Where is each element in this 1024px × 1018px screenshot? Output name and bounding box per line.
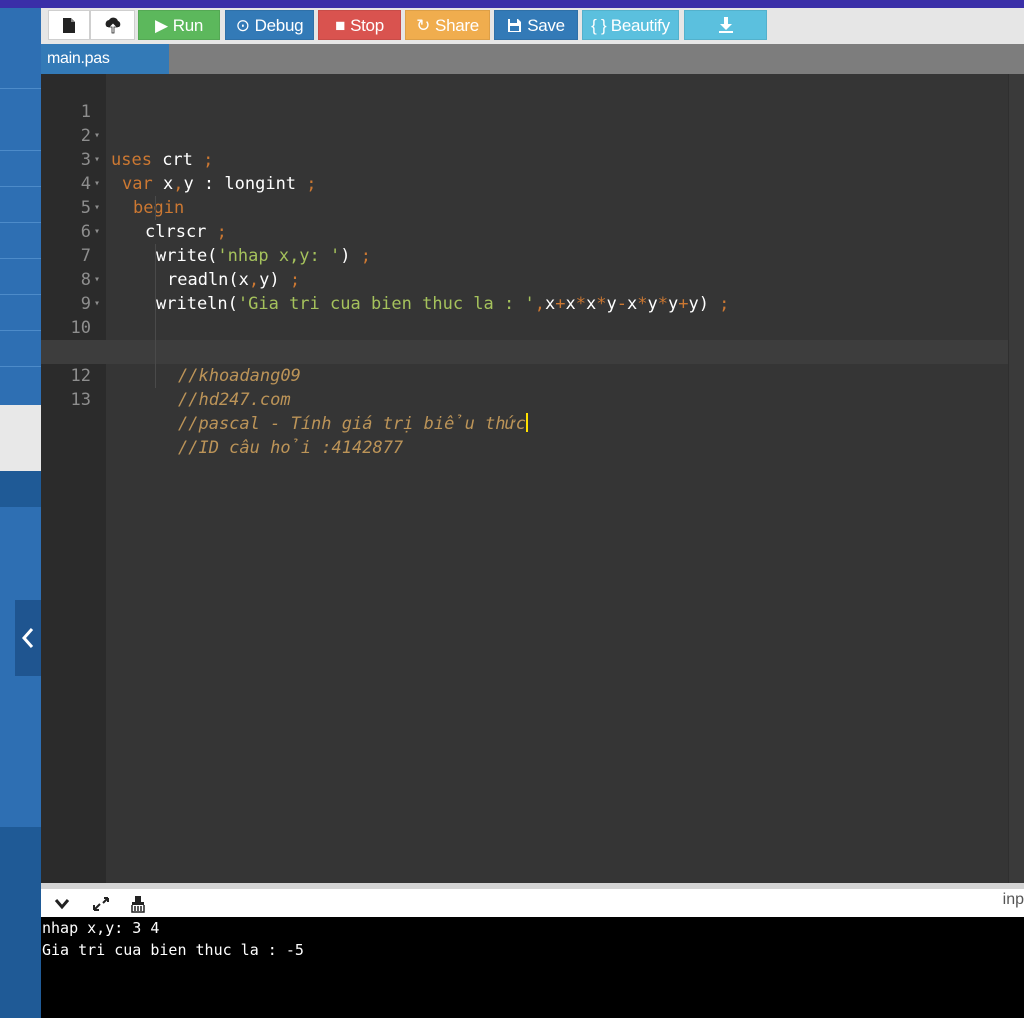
collapse-sidebar-button[interactable] [15,600,41,676]
download-button[interactable] [684,10,767,40]
sidebar-divider [0,330,41,331]
save-label: Save [527,16,565,35]
output-toolbar: inp [41,883,1024,917]
expand-arrows-icon [93,897,109,911]
code-line[interactable]: 9 end. [41,268,1008,362]
collapse-output-button[interactable] [51,893,73,915]
cloud-upload-icon [105,17,120,34]
save-button[interactable]: Save [494,10,578,40]
sidebar-divider [0,150,41,151]
code-text: //ID câu hỏi :4142877 [178,438,404,458]
debug-circle-icon: ⊙ [235,16,250,35]
share-icon: ↻ [416,16,431,35]
floppy-disk-icon [508,19,522,32]
clear-output-button[interactable] [127,893,149,915]
code-line[interactable]: 11 //hd247.com [41,316,1008,410]
beautify-button[interactable]: { } Beautify [582,10,679,40]
console-line: Gia tri cua bien thuc la : -5 [42,941,304,959]
sidebar-dark-band [0,471,41,507]
indent-guide [155,340,156,364]
sidebar-divider [0,222,41,223]
indent-guide [155,196,156,220]
indent-guide [155,268,156,292]
stop-square-icon: ■ [335,16,346,35]
download-icon [718,17,733,33]
code-line[interactable]: 6 readln(x,y) ; [41,196,1008,290]
code-line[interactable]: 10 //khoadang09 [41,292,1008,386]
editor-scrollbar[interactable] [1008,74,1024,883]
code-line-active[interactable]: 12 //pascal - Tính giá trị biểu thức [41,340,1008,434]
code-editor[interactable]: 1 ▾ uses crt ; 2 ▾ var x,y : longint ; 3… [41,74,1024,883]
sidebar-divider [0,258,41,259]
indent-guide [155,292,156,316]
code-line[interactable]: 1 ▾ uses crt ; [41,76,1008,170]
sidebar-divider [0,88,41,89]
stop-label: Stop [350,16,384,35]
text-cursor [526,413,528,432]
code-line[interactable]: 2 ▾ var x,y : longint ; [41,100,1008,194]
sidebar-divider [0,366,41,367]
sidebar-bottom-band [0,827,41,1018]
debug-button[interactable]: ⊙ Debug [225,10,314,40]
code-line[interactable]: 7 ▾ writeln('Gia tri cua bien thuc la : … [41,220,1008,314]
play-icon: ▶ [154,16,168,35]
output-console[interactable]: nhap x,y: 3 4 Gia tri cua bien thuc la :… [41,917,1024,1018]
file-icon [63,18,75,33]
stop-button[interactable]: ■ Stop [318,10,401,40]
toolbar: ▶ Run ⊙ Debug ■ Stop ↻ Share Save { } Beauti… [41,8,1024,44]
share-label: Share [435,16,479,35]
code-line[interactable]: 8 ▾ readln [41,244,1008,362]
run-button[interactable]: ▶ Run [138,10,220,40]
code-line[interactable]: 3 ▾ begin [41,124,1008,218]
code-line[interactable]: 13 //ID câu hỏi :4142877 [41,364,1008,458]
console-line: nhap x,y: 3 4 [42,919,160,937]
beautify-label: { } Beautify [591,16,670,35]
file-tab-bar: main.pas [41,44,1024,74]
code-text: //pascal - Tính giá trị biểu thức [178,413,528,434]
tab-main-pas[interactable]: main.pas [41,44,169,74]
indent-guide [155,244,156,268]
indent-guide [155,364,156,388]
expand-output-button[interactable] [89,893,113,915]
chevron-left-icon [21,628,34,648]
sidebar-divider [0,186,41,187]
eraser-icon [131,896,145,913]
input-label[interactable]: inp [1003,891,1024,909]
indent-guide [155,316,156,340]
new-file-button[interactable] [48,10,90,40]
run-label: Run [172,16,204,35]
sidebar-light-panel [0,405,41,471]
upload-button[interactable] [90,10,135,40]
code-line[interactable]: 4 ▾ clrscr ; [41,148,1008,242]
top-strip [0,0,1024,8]
line-number: 13 [70,390,91,410]
sidebar-divider [0,294,41,295]
code-text: //hd247.com [178,390,291,410]
code-line[interactable]: 5 ▾ write('nhap x,y: ') ; [41,172,1008,266]
chevron-down-icon [54,899,70,910]
share-button[interactable]: ↻ Share [405,10,490,40]
debug-label: Debug [254,16,304,35]
sidebar [0,8,41,1018]
